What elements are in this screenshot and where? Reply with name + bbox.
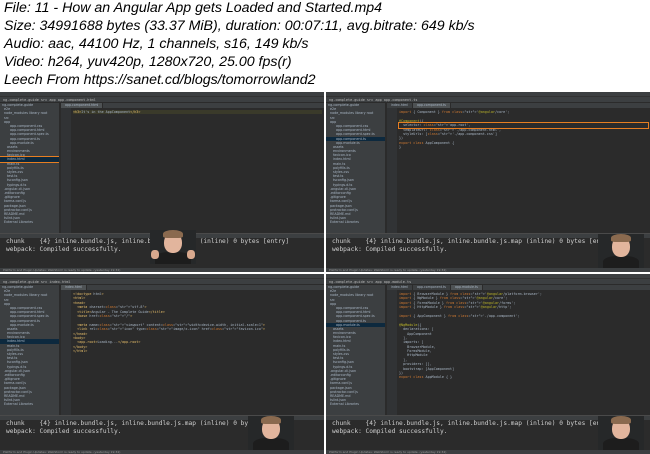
presenter-hand (151, 250, 159, 259)
code-line: <h3>It's in the AppComponent</h3> (73, 110, 322, 115)
presenter-hand (187, 250, 195, 259)
tree-item[interactable]: External Libraries (0, 220, 59, 224)
code-area[interactable]: import { BrowserModule } from class="str… (399, 292, 648, 415)
presenter-body (603, 438, 639, 450)
status-bar: Platform and Plugin Updates: WebStorm is… (326, 450, 650, 454)
thumbnail-4: ng-complete-guide src app app.module.ts n… (326, 274, 650, 454)
tree-item[interactable]: External Libraries (0, 402, 59, 406)
thumbnail-3: ng-complete-guide src index.html ng-compl… (0, 274, 324, 454)
tree-item[interactable]: External Libraries (326, 402, 385, 406)
presenter-hair (163, 230, 183, 238)
code-editor[interactable]: index.html app.component.ts app.module.ts i… (387, 285, 650, 415)
code-area[interactable]: import { Component } from class="str">'@… (398, 110, 649, 233)
presenter-body (155, 252, 191, 264)
code-line: } (399, 145, 402, 150)
code-area[interactable]: <h3>It's in the AppComponent</h3> (73, 110, 322, 233)
tab-file[interactable]: app.component.ts (413, 285, 451, 290)
code-line: export class AppModule { } (399, 375, 453, 380)
editor-tabs: app.component.html (61, 103, 324, 108)
editor-tabs: index.html (61, 285, 324, 290)
project-tree[interactable]: ng-complete-guide e2e node_modules library… (326, 103, 386, 233)
status-bar: Platform and Plugin Updates: WebStorm is… (0, 450, 324, 454)
video-info-line: Video: h264, yuv420p, 1280x720, 25.00 fp… (4, 54, 292, 70)
presenter-hair (611, 416, 631, 424)
editor-tabs: index.html app.component.ts (387, 103, 650, 108)
status-bar: Platform and Plugin Updates: WebStorm is… (326, 268, 650, 272)
tab-file[interactable]: app.module.ts (450, 285, 483, 290)
presenter-body (603, 256, 639, 268)
code-line: </html> (73, 349, 88, 354)
line-number-gutter (387, 290, 397, 415)
presenter-hair (611, 234, 631, 242)
file-size-line: Size: 34991688 bytes (33.37 MiB), durati… (4, 18, 475, 34)
project-tree[interactable]: ng-complete-guide e2e node_modules library… (0, 103, 60, 233)
thumbnail-1: ng-complete-guide src app app.component.… (0, 92, 324, 272)
code-area[interactable]: <!doctype html> <html> <head> <meta charse… (73, 292, 322, 415)
file-info-header: File: 11 - How an Angular App gets Loade… (0, 0, 650, 92)
file-name-line: File: 11 - How an Angular App gets Loade… (4, 0, 383, 16)
webcam-presenter (150, 230, 196, 264)
source-line: Leech From https://sanet.cd/blogs/tomorr… (4, 72, 316, 88)
audio-info-line: Audio: aac, 44100 Hz, 1 channels, s16, 1… (4, 36, 309, 52)
line-number-gutter (61, 290, 71, 415)
webcam-presenter (598, 234, 644, 268)
line-number-gutter (387, 108, 397, 233)
tree-item[interactable]: External Libraries (326, 220, 385, 224)
line-number-gutter (61, 108, 71, 233)
webcam-presenter (248, 416, 294, 450)
tab-file[interactable]: app.component.ts (413, 103, 451, 108)
project-tree[interactable]: ng-complete-guide e2e node_modules library… (0, 285, 60, 415)
editor-tabs: index.html app.component.ts app.module.ts (387, 285, 650, 290)
presenter-hair (261, 416, 281, 424)
code-editor[interactable]: index.html <!doctype html> <html> <head> <m… (61, 285, 324, 415)
code-editor[interactable]: index.html app.component.ts import { Compo… (387, 103, 650, 233)
code-editor[interactable]: app.component.html <h3>It's in the AppCom… (61, 103, 324, 233)
webcam-presenter (598, 416, 644, 450)
project-tree[interactable]: ng-complete-guide e2e node_modules library… (326, 285, 386, 415)
status-bar: Platform and Plugin Updates: WebStorm is… (0, 268, 324, 272)
thumbnail-2: ng-complete-guide src app app.component.… (326, 92, 650, 272)
presenter-body (253, 438, 289, 450)
